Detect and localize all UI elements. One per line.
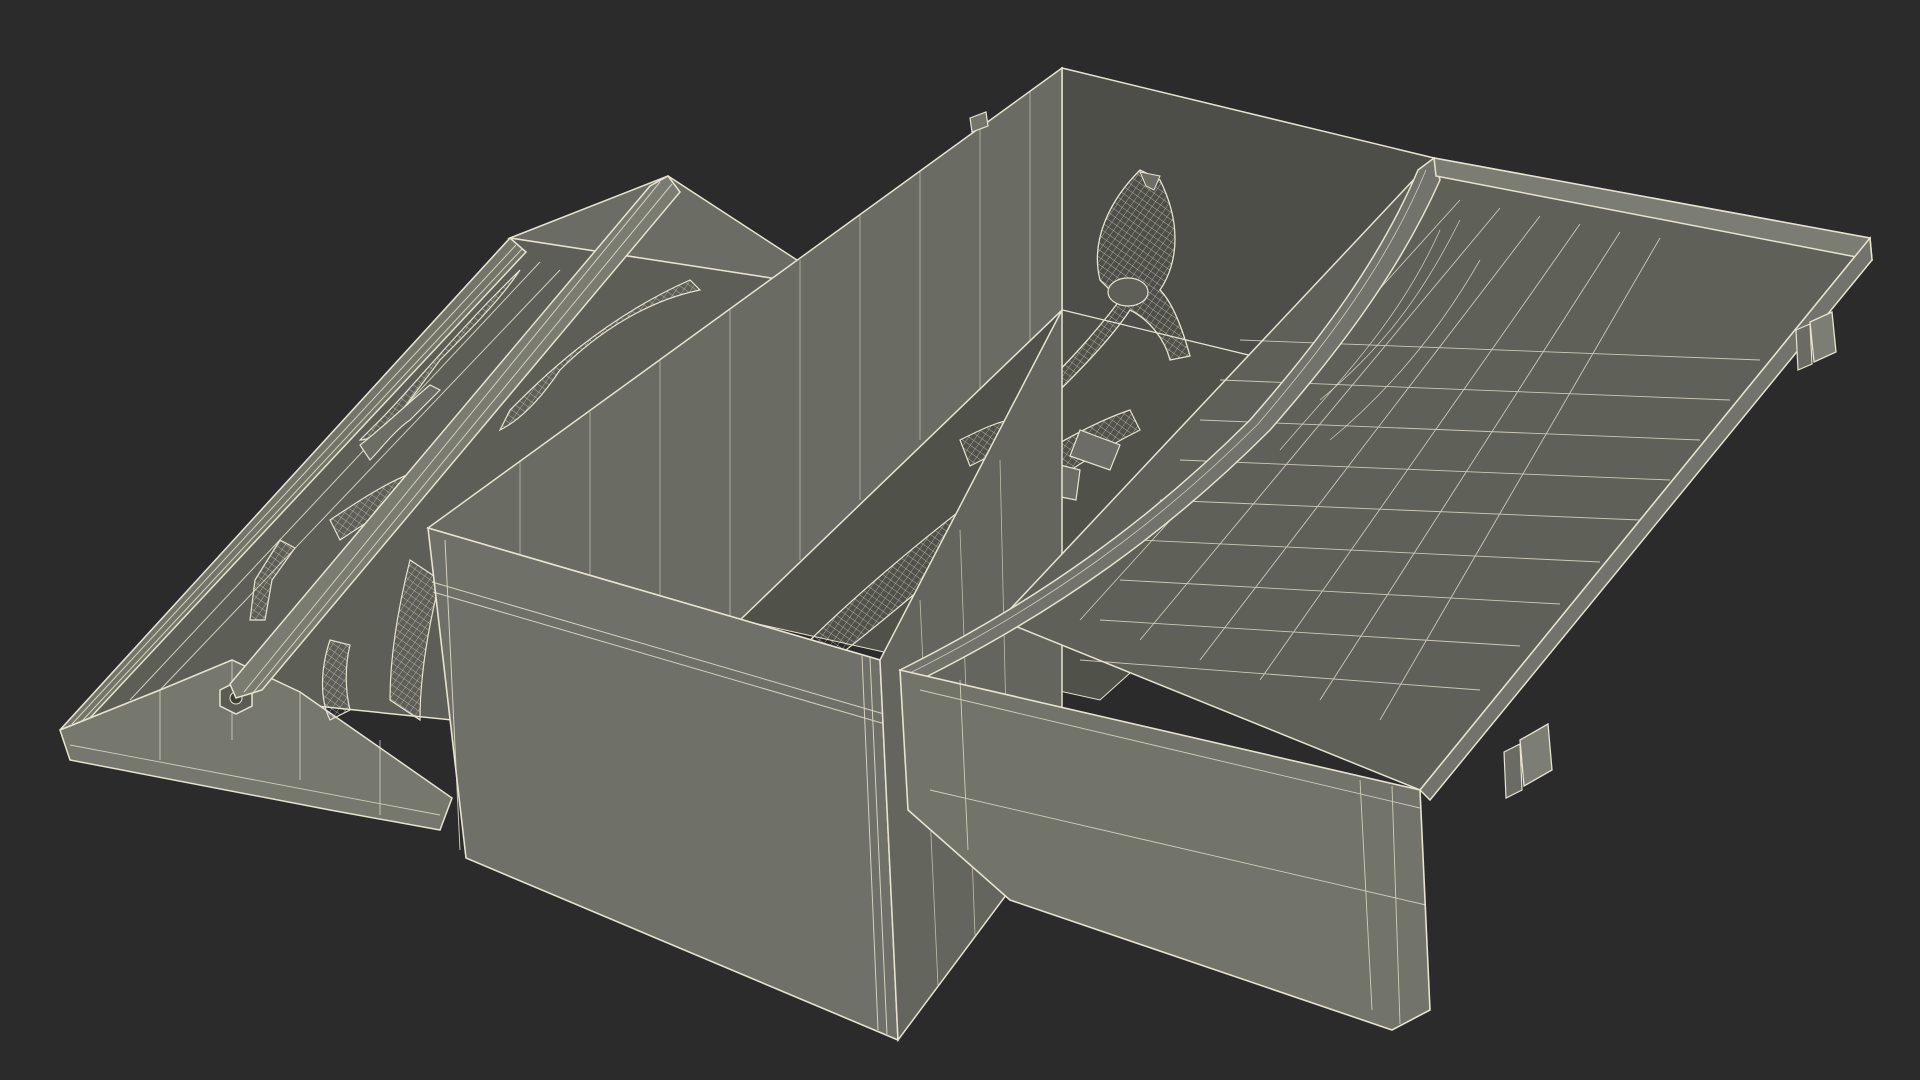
toolbox-wireframe-render — [0, 0, 1920, 1080]
